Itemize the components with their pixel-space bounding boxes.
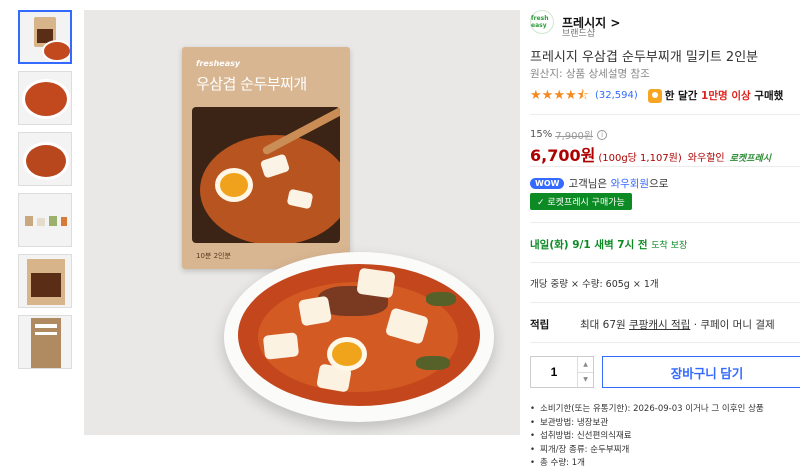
- bowl-thumb-image: [44, 42, 70, 60]
- half-star-icon: ⯪: [576, 88, 589, 103]
- wow-badge: WOW: [530, 178, 565, 189]
- original-price: 7,900원: [555, 131, 594, 142]
- purchase-prefix: 한 달간: [664, 90, 698, 102]
- rocket-fresh-available-badge: ✓ 로켓프레시 구매가능: [530, 193, 632, 210]
- bowl-thumb-image: [26, 145, 66, 177]
- wow-text-suffix: 으로: [649, 178, 669, 190]
- quantity-stepper: ▲ ▼: [530, 356, 594, 388]
- points-suffix: · 쿠페이 머니 결제: [693, 319, 775, 331]
- quantity-input[interactable]: [531, 357, 577, 387]
- divider: [530, 342, 800, 343]
- thumbnail-4[interactable]: [18, 193, 72, 247]
- tofu: [297, 295, 333, 327]
- star-icon: ★: [530, 88, 542, 103]
- discount-row: 15% 7,900원 i: [530, 127, 608, 142]
- stew-bowl: [224, 252, 494, 422]
- thumbnail-6[interactable]: [18, 315, 72, 369]
- increase-icon[interactable]: ▲: [578, 357, 593, 372]
- wow-text-prefix: 고객님은: [568, 178, 608, 190]
- thumbnail-1[interactable]: [18, 10, 72, 64]
- star-icon: ★: [553, 88, 565, 103]
- points-label: 적립: [530, 319, 550, 331]
- product-title: 프레시지 우삼겹 순두부찌개 밀키트 2인분: [530, 50, 759, 65]
- info-icon[interactable]: i: [597, 129, 608, 140]
- unit-price: (100g당 1,107원): [598, 153, 682, 164]
- price-row: 6,700원 (100g당 1,107원) 와우할인 로켓프레시: [530, 142, 771, 166]
- points-text: 최대 67원 쿠팡캐시 적립 · 쿠페이 머니 결제: [580, 317, 775, 332]
- points-amount: 최대 67원: [580, 319, 626, 331]
- detail-item: 총 수량: 1개: [530, 457, 764, 468]
- detail-item: 보관방법: 냉장보관: [530, 417, 764, 431]
- review-count[interactable]: (32,594): [595, 90, 638, 101]
- purchase-highlight: 1만명 이상: [701, 90, 751, 102]
- divider: [530, 302, 800, 303]
- delivery-date: 내일(화) 9/1 새벽 7시 전: [530, 239, 648, 251]
- ingredient-thumb-image: [25, 216, 33, 226]
- egg-yolk: [332, 342, 362, 366]
- pouch-info: 10분 2인분: [196, 252, 231, 260]
- pouch-photo: [192, 107, 340, 243]
- wow-discount-label: 와우할인: [687, 153, 725, 164]
- divider: [530, 166, 800, 167]
- product-info-panel: fresh easy 프레시지 > 브랜드샵 프레시지 우삼겹 순두부찌개 밀키…: [530, 0, 800, 468]
- egg-yolk: [220, 173, 248, 197]
- purchase-suffix: 구매했: [754, 90, 784, 102]
- rating-row: ★ ★ ★ ★ ⯪ (32,594) 한 달간 1만명 이상 구매했: [530, 88, 783, 103]
- mealkit-pouch: fresheasy 우삼겹 순두부찌개 10분 2인분: [182, 47, 350, 269]
- rocket-fresh-badge: 로켓프레시: [729, 154, 772, 164]
- divider: [530, 114, 800, 115]
- thumbnail-list: [18, 10, 74, 376]
- zucchini: [416, 356, 450, 370]
- sale-price: 6,700원: [530, 146, 596, 165]
- ingredient-thumb-image: [37, 218, 45, 226]
- weight-quantity: 개당 중량 × 수량: 605g × 1개: [530, 279, 659, 290]
- delivery-guarantee: 도착 보장: [651, 241, 688, 251]
- points-row: 적립 최대 67원 쿠팡캐시 적립 · 쿠페이 머니 결제: [530, 317, 775, 332]
- detail-item: 찌개/장 종류: 순두부찌개: [530, 444, 764, 458]
- zucchini: [426, 292, 456, 306]
- coupang-cash-link[interactable]: 쿠팡캐시 적립: [629, 319, 690, 331]
- thumbnail-3[interactable]: [18, 132, 72, 186]
- product-origin: 원산지: 상품 상세설명 참조: [530, 68, 650, 80]
- product-details-list: 소비기한(또는 유통기한): 2026-09-03 이거나 그 이후인 상품 보…: [530, 403, 764, 468]
- star-icon: ★: [541, 88, 554, 103]
- brand-logo: fresh easy: [530, 10, 554, 34]
- add-to-cart-button[interactable]: 장바구니 담기: [602, 356, 800, 388]
- stew-contents: [238, 264, 480, 406]
- pouch-brand-text: fresheasy: [196, 59, 241, 68]
- bowl-thumb-image: [25, 82, 67, 116]
- shopping-bag-icon: [647, 88, 662, 103]
- package-thumb-photo: [31, 273, 61, 297]
- thumbnail-5[interactable]: [18, 254, 72, 308]
- divider: [530, 222, 800, 223]
- discount-rate: 15%: [530, 129, 553, 140]
- tofu: [356, 267, 396, 299]
- label-thumb-line: [35, 332, 57, 335]
- ingredient-thumb-image: [49, 216, 57, 226]
- label-thumb-line: [35, 324, 57, 328]
- pouch-title-text: 우삼겹 순두부찌개: [196, 75, 307, 93]
- wow-member-text: 고객님은 와우회원으로: [568, 176, 668, 191]
- divider: [530, 262, 800, 263]
- wow-member-link[interactable]: 와우회원: [610, 178, 649, 190]
- detail-item: 소비기한(또는 유통기한): 2026-09-03 이거나 그 이후인 상품: [530, 403, 764, 417]
- thumbnail-2[interactable]: [18, 71, 72, 125]
- star-icon: ★: [564, 88, 577, 103]
- decrease-icon[interactable]: ▼: [578, 371, 593, 388]
- detail-item: 섭취방법: 신선편의식재료: [530, 430, 764, 444]
- purchase-count-text: 한 달간 1만명 이상 구매했: [665, 88, 784, 103]
- tofu: [262, 332, 300, 360]
- wow-member-row: WOW 고객님은 와우회원으로: [530, 176, 668, 191]
- main-product-image: fresheasy 우삼겹 순두부찌개 10분 2인분: [84, 10, 520, 435]
- quantity-arrows: ▲ ▼: [577, 357, 593, 387]
- delivery-info: 내일(화) 9/1 새벽 7시 전 도착 보장: [530, 237, 687, 252]
- ingredient-thumb-image: [61, 217, 67, 226]
- brand-shop-label: 브랜드샵: [562, 29, 596, 39]
